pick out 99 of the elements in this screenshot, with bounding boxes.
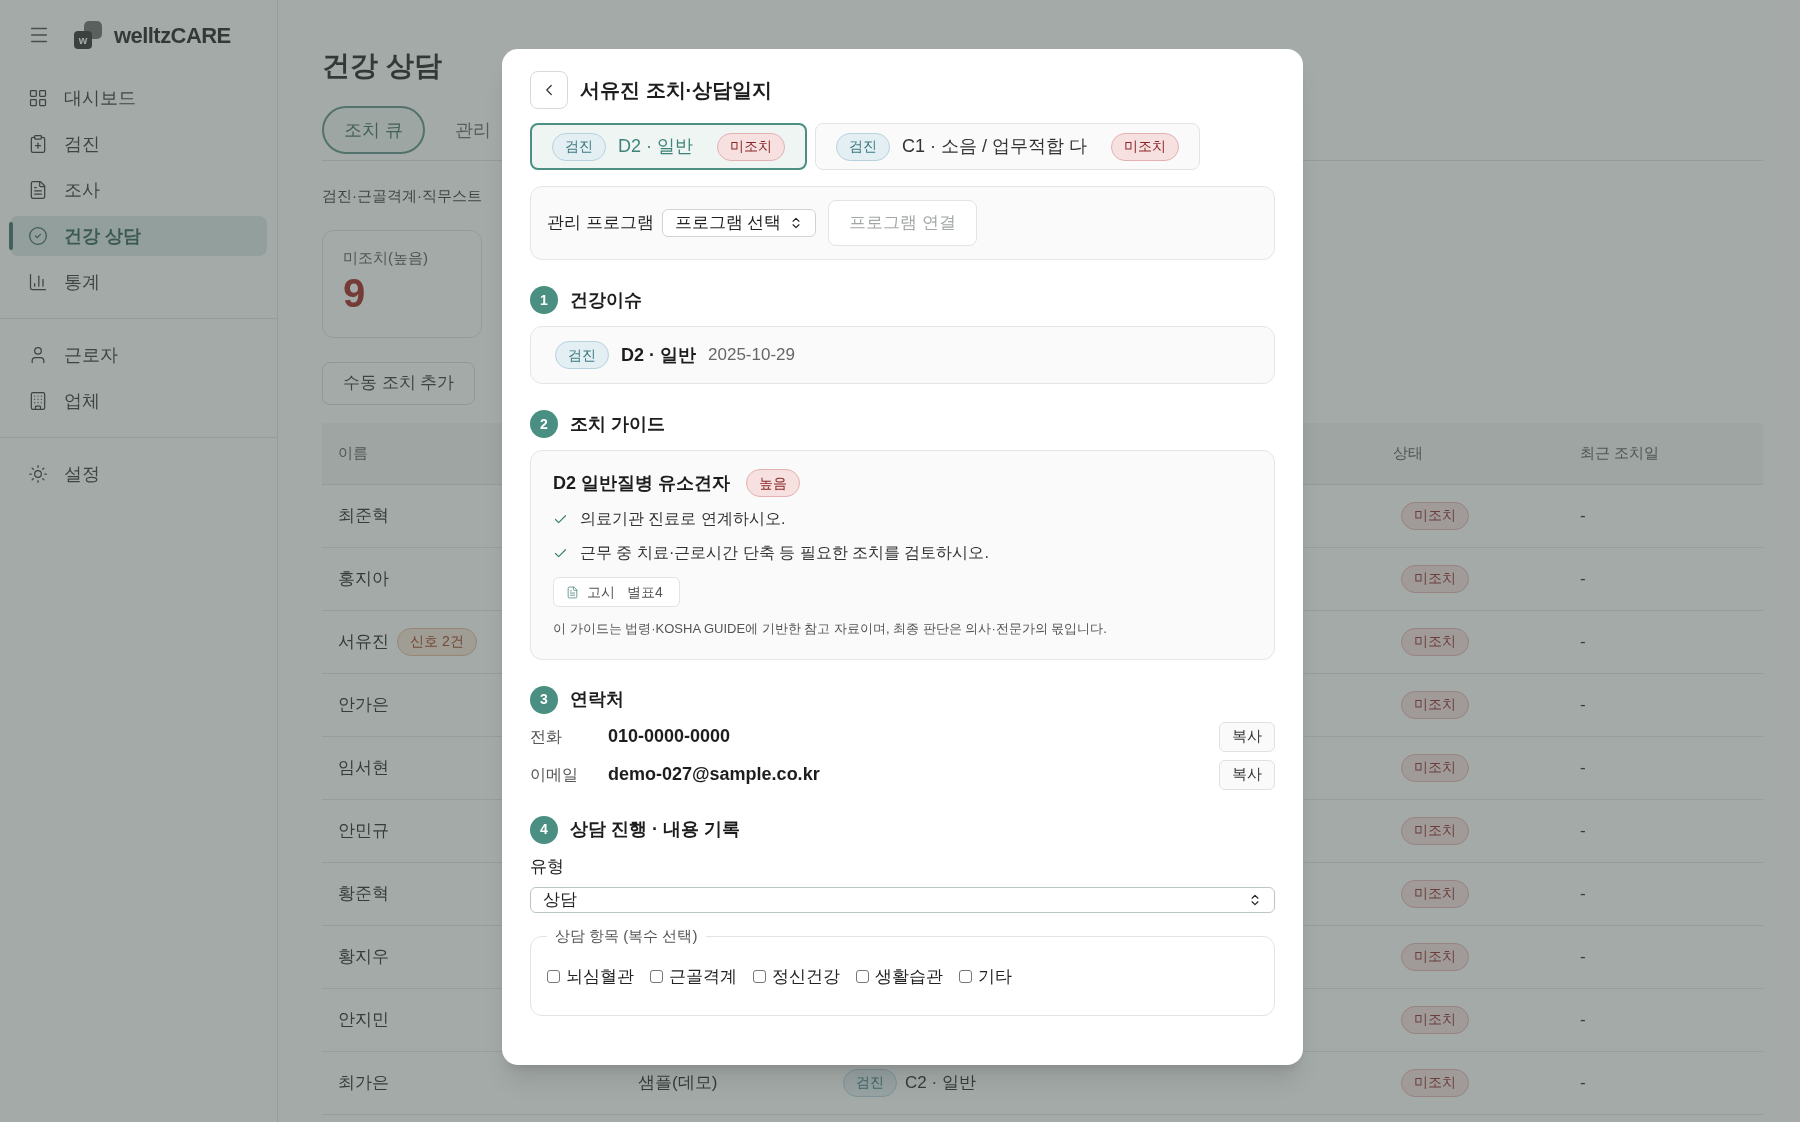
sun-icon [28, 464, 48, 484]
nav-item[interactable]: 설정 [10, 454, 267, 494]
status-tag: 미조치 [1401, 627, 1469, 656]
name-cell-text: 서유진 [338, 630, 389, 653]
copy-button[interactable]: 복사 [1219, 759, 1275, 790]
status-tag: 미조치 [1401, 942, 1469, 971]
logo-letter: w [74, 31, 92, 49]
status-tag: 미조치 [1401, 690, 1469, 719]
column-header: 이름 [337, 442, 368, 463]
nav-item[interactable]: 대시보드 [10, 78, 267, 118]
source-tag: 검진 [555, 341, 609, 369]
building-icon [28, 391, 48, 411]
stat-label: 미조치(높음) [343, 247, 429, 268]
section-title: 건강이슈 [570, 288, 642, 312]
date-cell-text: - [1580, 819, 1586, 842]
status-tag: 미조치 [1401, 1005, 1469, 1034]
date-cell-text: - [1580, 1008, 1586, 1031]
name-cell-text: 안가은 [338, 693, 389, 716]
date-cell-text: - [1580, 882, 1586, 905]
items-legend: 상담 항목 (복수 선택) [547, 925, 706, 948]
step-number: 1 [530, 286, 558, 314]
topic-checkbox[interactable]: 생활습관 [856, 963, 943, 989]
brand-name: welltzCARE [114, 21, 231, 50]
nav-item[interactable]: 조사 [10, 170, 267, 210]
name-cell-text: 최준혁 [338, 504, 389, 527]
name-cell-text: 안민규 [338, 819, 389, 842]
guide-title: D2 일반질병 유소견자 [553, 471, 730, 495]
guide-note: 이 가이드는 법령·KOSHA GUIDE에 기반한 참고 자료이며, 최종 판단은 의사·전문가의 몫입니다. [553, 620, 1108, 638]
column-header: 상태 [1393, 442, 1423, 463]
topic-checkbox[interactable]: 뇌심혈관 [547, 963, 634, 989]
date-cell-text: - [1580, 945, 1586, 968]
type-label: 유형 [530, 855, 565, 878]
status-tag: 미조치 [717, 132, 785, 161]
page-title: 건강 상담 [322, 49, 443, 83]
issue-tab[interactable]: 검진 C1 · 소음 / 업무적합 다 미조치 [815, 123, 1201, 170]
issue-label: D2 · 일반 [621, 343, 696, 367]
section-title: 상담 진행 · 내용 기록 [570, 818, 740, 841]
document-icon [566, 585, 579, 599]
grid-icon [28, 88, 48, 108]
status-tag: 미조치 [1401, 753, 1469, 782]
dialog-title: 서유진 조치·상담일지 [580, 78, 773, 103]
name-cell-text: 황준혁 [338, 882, 389, 905]
nav-item[interactable]: 업체 [10, 381, 267, 421]
clipboard-icon [28, 134, 48, 154]
type-select[interactable]: 상담 [530, 887, 1275, 913]
copy-button[interactable]: 복사 [1219, 721, 1275, 752]
section-title: 연락처 [570, 688, 624, 711]
date-cell-text: - [1580, 1071, 1586, 1094]
program-select[interactable]: 프로그램 선택 [661, 209, 817, 237]
add-action-button[interactable]: 수동 조치 추가 [322, 361, 476, 405]
signal-tag: 신호 2건 [397, 627, 477, 656]
reference-chip[interactable]: 고시 별표4 [553, 577, 680, 607]
contact-label: 전화 [530, 726, 563, 747]
source-tag: 검진 [836, 132, 890, 161]
program-label: 관리 프로그램 [547, 212, 654, 235]
issue-cell-text: C2 · 일반 [905, 1071, 976, 1094]
name-cell-text: 최가은 [338, 1071, 389, 1094]
status-tag: 미조치 [1401, 501, 1469, 530]
guide-step: 근무 중 치료·근로시간 단축 등 필요한 조치를 검토하시오. [580, 541, 989, 565]
nav-item[interactable]: 통계 [10, 262, 267, 302]
status-tag: 미조치 [1111, 132, 1180, 161]
nav-item[interactable]: 근로자 [10, 335, 267, 375]
section-title: 조치 가이드 [570, 412, 665, 436]
contact-value: demo-027@sample.co.kr [608, 763, 821, 786]
check-circle-icon [28, 226, 48, 246]
name-cell-text: 임서현 [338, 756, 389, 779]
date-cell-text: - [1580, 504, 1586, 527]
page-subtitle: 검진·근골격계·직무스트 [322, 186, 483, 206]
issue-tab[interactable]: 검진 D2 · 일반 미조치 [530, 123, 807, 170]
status-tag: 미조치 [1401, 1068, 1469, 1097]
date-cell-text: - [1580, 693, 1586, 716]
topic-checkbox[interactable]: 정신건강 [753, 963, 840, 989]
source-tag: 검진 [843, 1068, 897, 1097]
date-cell-text: - [1580, 567, 1586, 590]
document-icon [28, 180, 48, 200]
date-cell-text: - [1580, 630, 1586, 653]
contact-value: 010-0000-0000 [608, 725, 732, 748]
stat-value: 9 [343, 270, 367, 317]
company-cell: 샘플(데모) [638, 1072, 718, 1092]
name-cell-text: 황지우 [338, 945, 389, 968]
issue-date: 2025-10-29 [708, 344, 795, 367]
column-header: 최근 조치일 [1580, 442, 1660, 463]
step-number: 4 [530, 815, 558, 844]
guide-step: 의료기관 진료로 연계하시오. [580, 507, 786, 531]
name-cell-text: 안지민 [338, 1008, 389, 1031]
status-tag: 미조치 [1401, 564, 1469, 593]
date-cell-text: - [1580, 756, 1586, 779]
topic-checkbox[interactable]: 기타 [959, 963, 1012, 989]
contact-label: 이메일 [530, 764, 579, 785]
nav-item[interactable]: 검진 [10, 124, 267, 164]
step-number: 2 [530, 410, 558, 438]
name-cell-text: 홍지아 [338, 567, 389, 590]
step-number: 3 [530, 685, 558, 714]
status-tag: 미조치 [1401, 816, 1469, 845]
topic-checkbox[interactable]: 근골격계 [650, 963, 737, 989]
source-tag: 검진 [552, 132, 606, 161]
status-tag: 미조치 [1401, 879, 1469, 908]
bar-chart-icon [28, 272, 48, 292]
level-tag: 높음 [746, 469, 800, 497]
